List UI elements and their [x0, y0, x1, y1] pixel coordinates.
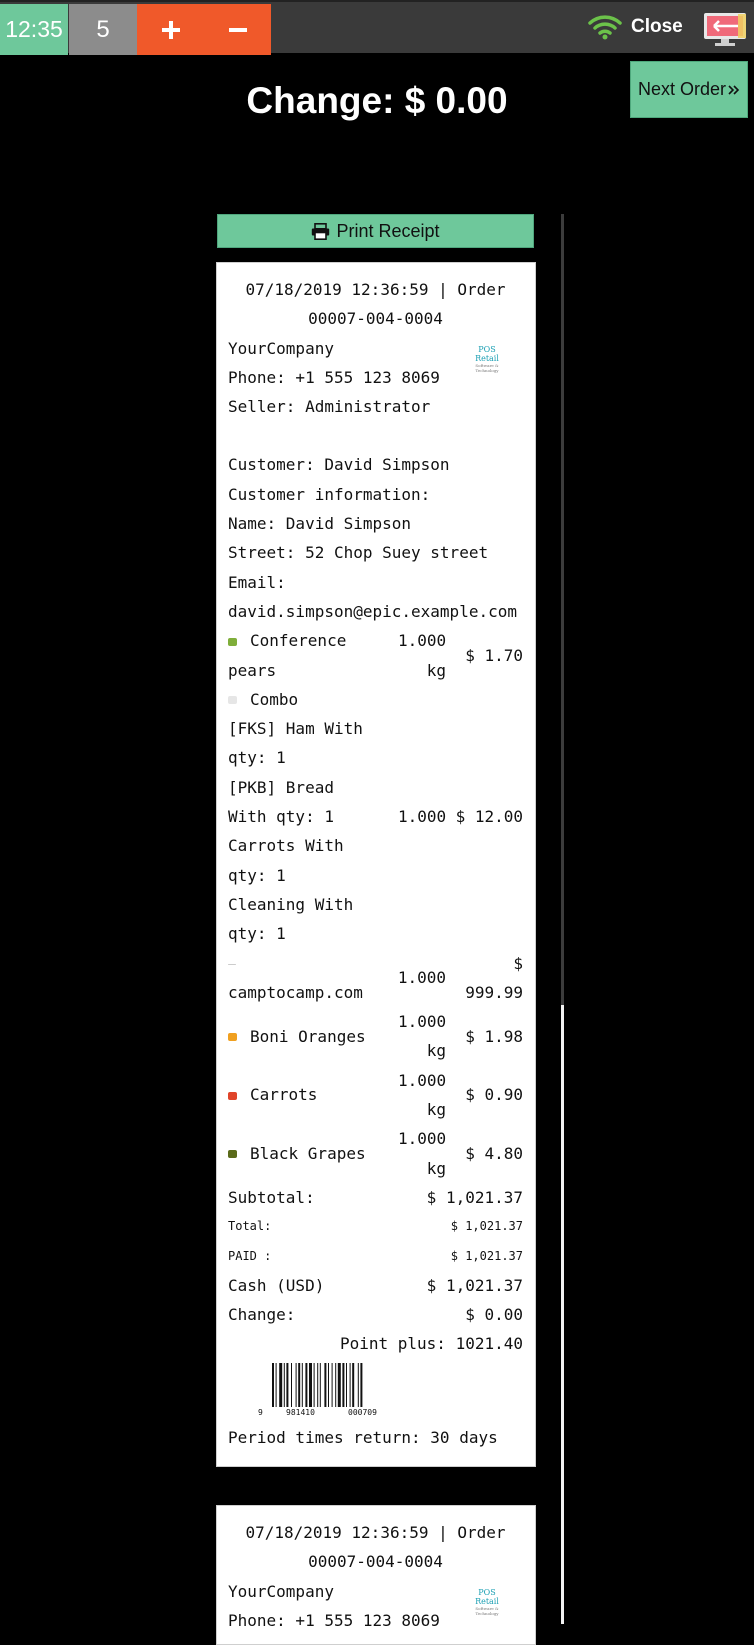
dash-icon [228, 963, 236, 965]
wifi-icon [588, 15, 622, 40]
customer-email: david.simpson@epic.example.com [228, 601, 517, 621]
pear-icon [228, 637, 237, 646]
paid-row: PAID : $ 1,021.37 [228, 1248, 523, 1263]
return-policy: Period times return: 30 days [228, 1427, 498, 1447]
subtotal-row: Subtotal: $ 1,021.37 [228, 1187, 523, 1207]
company-logo: POS Retail Software & Technology [475, 345, 499, 373]
receipt-line-item: camptocamp.com 1.000 $ 999.99 [228, 953, 523, 1002]
top-bar: 12:35 5 Close [0, 0, 754, 55]
receipt: 07/18/2019 12:36:59 | Order 00007-004-00… [216, 262, 536, 1467]
grapes-icon [228, 1150, 237, 1159]
barcode: 9 981410 000709 [258, 1362, 523, 1421]
order-count-badge[interactable]: 5 [69, 4, 137, 55]
print-receipt-button[interactable]: Print Receipt [217, 214, 534, 248]
customer-email-label: Email: [228, 572, 286, 592]
customer-info-label: Customer information: [228, 484, 431, 504]
carrot-icon [228, 1091, 237, 1100]
plus-icon [162, 20, 180, 39]
receipt-copy: 07/18/2019 12:36:59 | Order 00007-004-00… [216, 1505, 536, 1645]
customer: Customer: David Simpson [228, 455, 450, 475]
add-order-button[interactable] [137, 4, 205, 55]
minus-icon [229, 27, 247, 32]
scrollbar-thumb[interactable] [561, 1005, 564, 1624]
receipt-order-number: 00007-004-0004 [308, 309, 443, 329]
cash-row: Cash (USD) $ 1,021.37 [228, 1275, 523, 1295]
combo-icon [228, 696, 237, 705]
close-button[interactable]: Close [631, 16, 683, 38]
seller: Seller: Administrator [228, 397, 431, 417]
receipt-date-order: 07/18/2019 12:36:59 | Order [245, 280, 506, 299]
receipt-order-number: 00007-004-0004 [308, 1552, 443, 1572]
receipt-line-item: Black Grapes 1.000 kg $ 4.80 [228, 1124, 523, 1183]
change-row: Change: $ 0.00 [228, 1305, 523, 1325]
close-session-icon[interactable] [702, 11, 748, 47]
total-row: Total: $ 1,021.37 [228, 1219, 523, 1234]
receipt-line-item: Boni Oranges 1.000 kg $ 1.98 [228, 1007, 523, 1066]
barcode-bars [272, 1362, 363, 1407]
customer-street: Street: 52 Chop Suey street [228, 543, 489, 563]
clock: 12:35 [0, 4, 68, 55]
customer-name: Name: David Simpson [228, 514, 412, 534]
next-order-label: Next Order [637, 79, 727, 99]
company-logo: POS Retail Software & Technology [475, 1588, 499, 1616]
receipt-line-item: Carrots 1.000 kg $ 0.90 [228, 1066, 523, 1125]
receipt-line-item: Combo [FKS] Ham With qty: 1 [PKB] Bread … [228, 689, 523, 944]
receipt-date-order: 07/18/2019 12:36:59 | Order [245, 1523, 506, 1542]
print-receipt-label: Print Receipt [336, 220, 440, 241]
loyalty-points: Point plus: 1021.40 [339, 1334, 523, 1354]
double-chevron-right-icon [728, 84, 740, 95]
next-order-button[interactable]: Next Order [630, 61, 748, 118]
printer-icon [312, 222, 330, 240]
remove-order-button[interactable] [205, 4, 271, 55]
receipt-line-item: Conference pears 1.000 kg $ 1.70 [228, 631, 523, 680]
orange-icon [228, 1033, 237, 1042]
